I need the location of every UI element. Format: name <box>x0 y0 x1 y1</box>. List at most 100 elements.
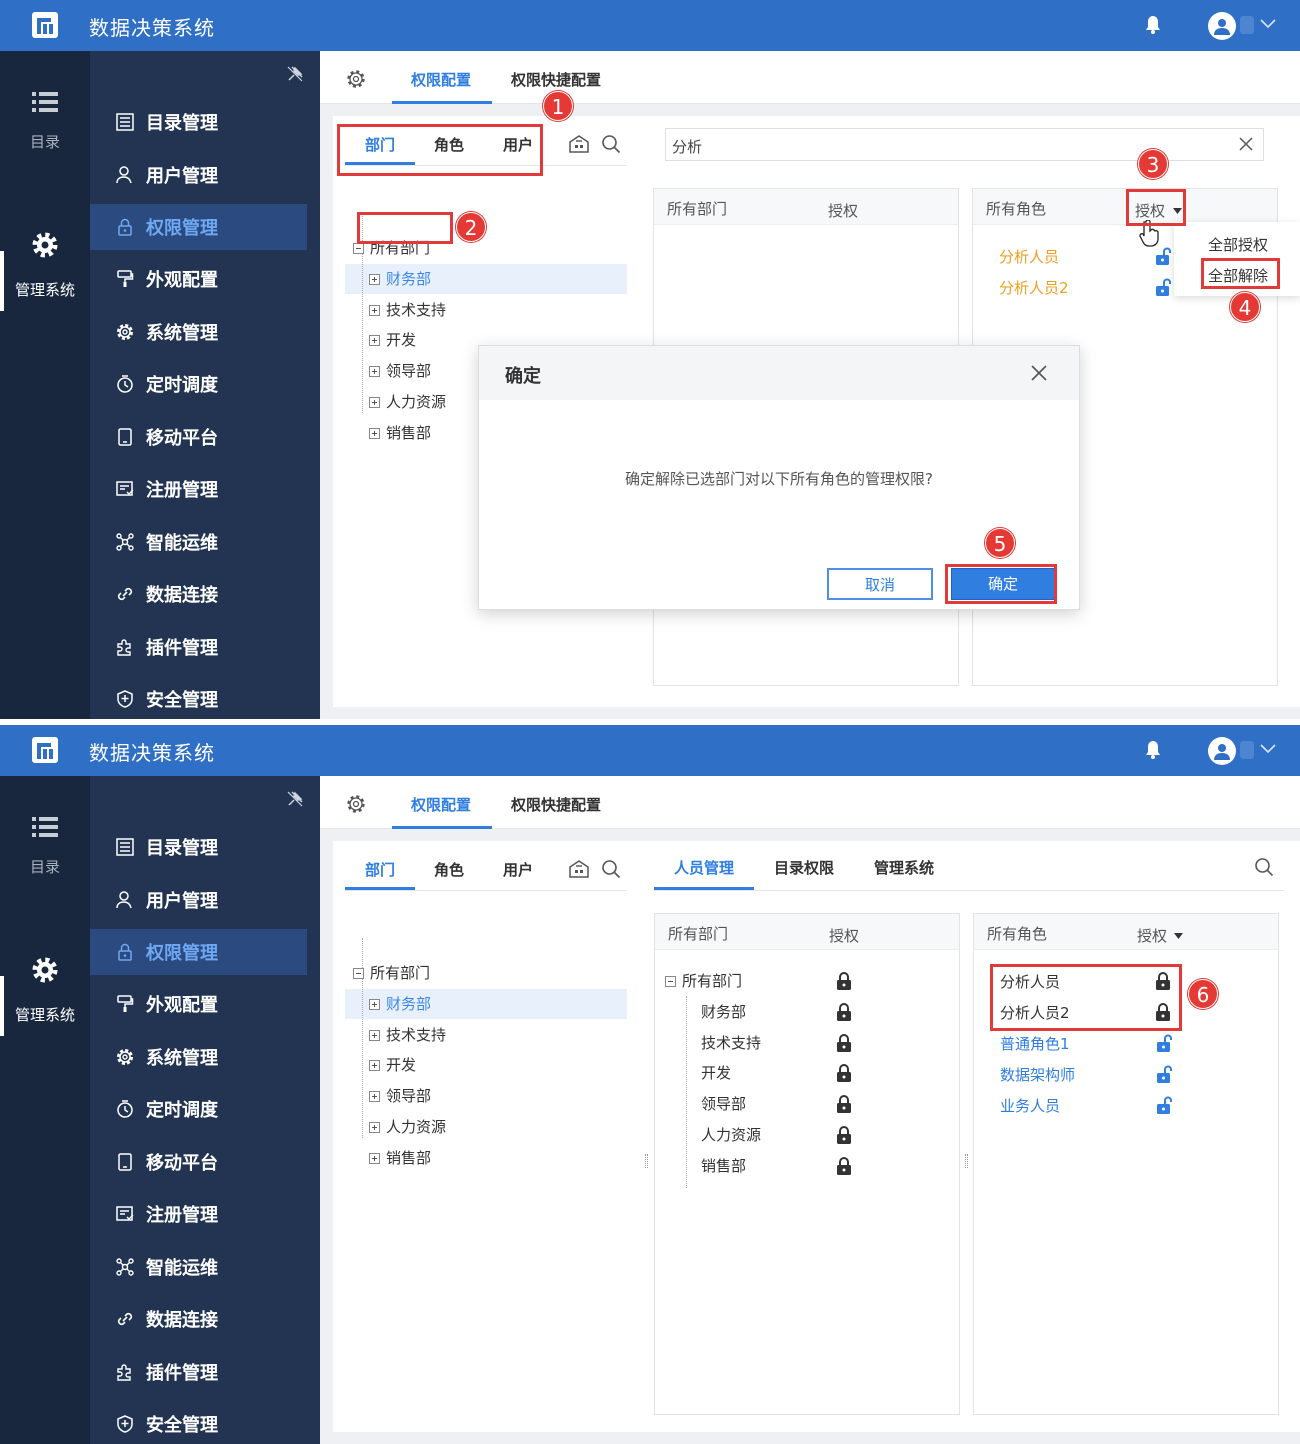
bell-icon[interactable] <box>1144 740 1162 760</box>
roles-auth-dropdown[interactable]: 授权 <box>1137 925 1167 946</box>
tab-permission-quick[interactable]: 权限快捷配置 <box>511 69 601 90</box>
unlocked-icon[interactable] <box>1155 247 1171 265</box>
org-structure-icon[interactable] <box>568 134 590 154</box>
org-structure-icon[interactable] <box>568 859 590 879</box>
dept-tree-node[interactable]: 开发 <box>701 1063 731 1083</box>
tree-node-sales[interactable]: 销售部 <box>369 423 431 443</box>
collapse-icon[interactable] <box>353 968 364 979</box>
sidebar-item-ops[interactable]: 智能运维 <box>90 1241 320 1294</box>
tab-role[interactable]: 角色 <box>434 859 464 880</box>
tab-people-management[interactable]: 人员管理 <box>674 857 734 878</box>
locked-icon[interactable] <box>837 1034 851 1052</box>
locked-icon[interactable] <box>837 1126 851 1144</box>
splitter-handle[interactable] <box>965 1154 968 1168</box>
tab-management-system[interactable]: 管理系统 <box>874 857 934 878</box>
user-avatar[interactable] <box>1208 12 1236 40</box>
role-item[interactable]: 普通角色1 <box>1000 1033 1070 1054</box>
menu-item-grant-all[interactable]: 全部授权 <box>1208 234 1268 255</box>
sidebar-item-permissions[interactable]: 权限管理 <box>90 929 307 975</box>
unlocked-icon[interactable] <box>1156 1034 1172 1052</box>
dept-tree-node[interactable]: 财务部 <box>701 1002 746 1022</box>
tree-node-support[interactable]: 技术支持 <box>369 300 446 320</box>
role-item[interactable]: 分析人员 <box>999 246 1059 267</box>
rail-item-manager[interactable]: 管理系统 <box>0 231 90 300</box>
rail-item-catalog[interactable]: 目录 <box>0 816 90 877</box>
search-icon[interactable] <box>1254 857 1274 877</box>
expand-icon[interactable] <box>369 274 380 285</box>
sidebar-item-appearance[interactable]: 外观配置 <box>90 978 320 1031</box>
collapse-icon[interactable] <box>353 243 364 254</box>
expand-icon[interactable] <box>369 1030 380 1041</box>
unpin-icon[interactable] <box>286 790 304 808</box>
clear-icon[interactable] <box>1239 137 1253 151</box>
caret-down-icon[interactable] <box>1174 933 1183 939</box>
expand-icon[interactable] <box>369 428 380 439</box>
user-avatar[interactable] <box>1208 737 1236 765</box>
expand-icon[interactable] <box>369 366 380 377</box>
cancel-button[interactable]: 取消 <box>827 568 933 600</box>
tab-permission-config[interactable]: 权限配置 <box>411 794 471 815</box>
sidebar-item-catalog[interactable]: 目录管理 <box>90 821 320 874</box>
expand-icon[interactable] <box>369 335 380 346</box>
tree-node-leaders[interactable]: 领导部 <box>369 1086 431 1106</box>
chevron-down-icon[interactable] <box>1260 744 1276 754</box>
sidebar-item-schedule[interactable]: 定时调度 <box>90 358 320 411</box>
expand-icon[interactable] <box>369 305 380 316</box>
expand-icon[interactable] <box>369 397 380 408</box>
collapse-icon[interactable] <box>665 976 676 987</box>
locked-icon[interactable] <box>837 972 851 990</box>
dept-tree-node[interactable]: 技术支持 <box>701 1033 761 1053</box>
tree-node-sales[interactable]: 销售部 <box>369 1148 431 1168</box>
expand-icon[interactable] <box>369 1122 380 1133</box>
unlocked-icon[interactable] <box>1155 278 1171 296</box>
sidebar-item-data-connection[interactable]: 数据连接 <box>90 568 320 621</box>
unlocked-icon[interactable] <box>1156 1065 1172 1083</box>
sidebar-item-plugins[interactable]: 插件管理 <box>90 621 320 674</box>
chevron-down-icon[interactable] <box>1260 19 1276 29</box>
search-input[interactable]: 分析 <box>665 128 1264 161</box>
rail-item-catalog[interactable]: 目录 <box>0 91 90 152</box>
sidebar-item-users[interactable]: 用户管理 <box>90 874 320 927</box>
sidebar-item-system[interactable]: 系统管理 <box>90 1031 320 1084</box>
sidebar-item-permissions[interactable]: 权限管理 <box>90 204 307 250</box>
settings-gear-icon[interactable] <box>346 794 366 814</box>
role-item[interactable]: 数据架构师 <box>1000 1064 1075 1085</box>
tree-node-dev[interactable]: 开发 <box>369 1055 416 1075</box>
bell-icon[interactable] <box>1144 15 1162 35</box>
sidebar-item-data-connection[interactable]: 数据连接 <box>90 1293 320 1346</box>
search-icon[interactable] <box>601 134 621 154</box>
dept-tree-node[interactable]: 人力资源 <box>701 1125 761 1145</box>
sidebar-item-mobile[interactable]: 移动平台 <box>90 411 320 464</box>
tab-dept[interactable]: 部门 <box>365 859 395 880</box>
sidebar-item-register[interactable]: 注册管理 <box>90 463 320 516</box>
sidebar-item-schedule[interactable]: 定时调度 <box>90 1083 320 1136</box>
sidebar-item-mobile[interactable]: 移动平台 <box>90 1136 320 1189</box>
expand-icon[interactable] <box>369 999 380 1010</box>
tree-node-hr[interactable]: 人力资源 <box>369 392 446 412</box>
close-icon[interactable] <box>1031 365 1047 381</box>
expand-icon[interactable] <box>369 1153 380 1164</box>
locked-icon[interactable] <box>837 1157 851 1175</box>
unlocked-icon[interactable] <box>1156 1096 1172 1114</box>
tree-node-finance[interactable]: 财务部 <box>369 269 431 289</box>
tree-node-hr[interactable]: 人力资源 <box>369 1117 446 1137</box>
splitter-handle[interactable] <box>645 1154 648 1168</box>
search-icon[interactable] <box>601 859 621 879</box>
dept-tree-node[interactable]: 领导部 <box>701 1094 746 1114</box>
sidebar-item-users[interactable]: 用户管理 <box>90 149 320 202</box>
sidebar-item-appearance[interactable]: 外观配置 <box>90 253 320 306</box>
sidebar-item-register[interactable]: 注册管理 <box>90 1188 320 1241</box>
expand-icon[interactable] <box>369 1060 380 1071</box>
tab-user[interactable]: 用户 <box>503 859 533 880</box>
sidebar-item-catalog[interactable]: 目录管理 <box>90 96 320 149</box>
rail-item-manager[interactable]: 管理系统 <box>0 956 90 1025</box>
tab-permission-config[interactable]: 权限配置 <box>411 69 471 90</box>
dept-tree-node[interactable]: 销售部 <box>701 1156 746 1176</box>
tree-node-dev[interactable]: 开发 <box>369 330 416 350</box>
tree-node-finance[interactable]: 财务部 <box>369 994 431 1014</box>
sidebar-item-ops[interactable]: 智能运维 <box>90 516 320 569</box>
tab-permission-quick[interactable]: 权限快捷配置 <box>511 794 601 815</box>
role-item[interactable]: 分析人员2 <box>999 277 1069 298</box>
unpin-icon[interactable] <box>286 65 304 83</box>
tree-root[interactable]: 所有部门 <box>353 963 430 983</box>
